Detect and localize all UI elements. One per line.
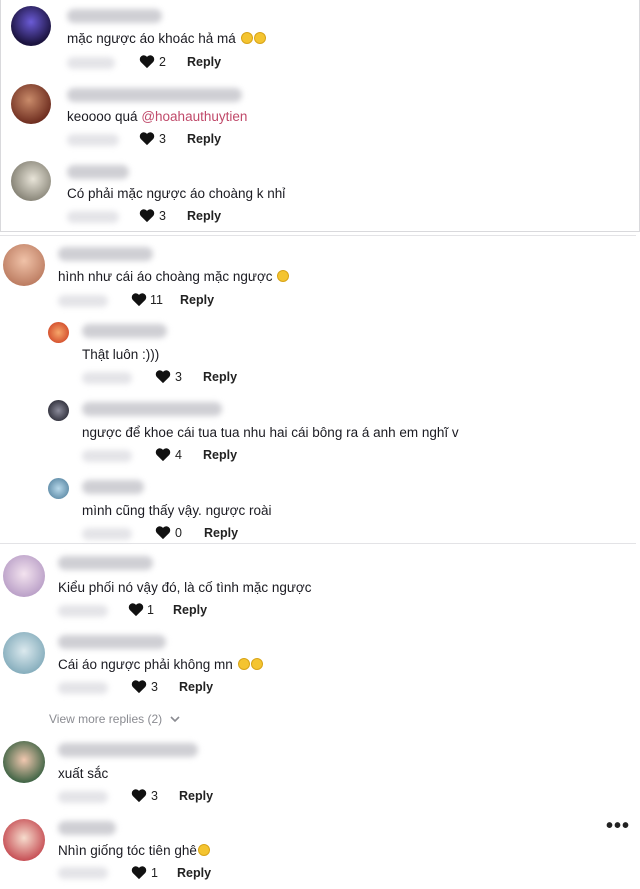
avatar[interactable] [11,6,51,46]
username[interactable] [82,402,222,416]
comment-text: Có phải mặc ngược áo choàng k nhỉ [67,186,286,201]
username[interactable] [58,556,153,570]
username[interactable] [82,480,144,494]
username[interactable] [58,635,166,649]
like-count: 3 [159,209,166,223]
reply-button[interactable]: Reply [187,55,221,69]
avatar[interactable] [3,741,45,783]
like-count: 3 [151,789,158,803]
like-count: 3 [159,132,166,146]
comment-date [82,450,132,462]
comment-date [58,295,108,307]
chevron-down-icon [169,716,180,723]
comment-date [82,528,132,540]
heart-icon[interactable] [155,447,171,462]
like-count: 11 [150,293,163,307]
thinking-emoji-icon [250,658,263,670]
comment-text: Thật luôn :))) [82,347,160,362]
username[interactable] [82,324,167,338]
reply-button[interactable]: Reply [204,526,238,540]
mention-link[interactable]: @hoahauthuytien [141,109,247,124]
username[interactable] [67,88,242,102]
avatar[interactable] [3,632,45,674]
view-more-replies-button[interactable]: View more replies (2) [49,712,180,726]
avatar[interactable] [48,400,69,421]
reply-button[interactable]: Reply [177,866,211,880]
avatar[interactable] [11,84,51,124]
like-count: 3 [175,370,182,384]
comment-date [58,867,108,879]
avatar[interactable] [3,819,45,861]
comment-thread-3: Kiểu phối nó vậy đó, là cố tình mặc ngượ… [0,545,640,889]
reply-button[interactable]: Reply [203,370,237,384]
avatar[interactable] [48,478,69,499]
flushed-emoji-icon [197,844,210,856]
comment-date [58,682,108,694]
heart-icon[interactable] [131,865,147,880]
username[interactable] [58,821,116,835]
avatar[interactable] [3,555,45,597]
reply-button[interactable]: Reply [180,293,214,307]
reply-button[interactable]: Reply [179,789,213,803]
laugh-emoji-icon [253,32,266,44]
comment-text: mặc ngược áo khoác hả má [67,31,266,46]
reply-button[interactable]: Reply [187,209,221,223]
heart-icon[interactable] [131,292,147,307]
comment-text: Nhìn giống tóc tiên ghê [58,843,210,858]
grin-emoji-icon [277,270,290,282]
comment-date [58,605,108,617]
comment-text: Cái áo ngược phải không mn [58,657,263,672]
username[interactable] [67,165,129,179]
comment-date [67,57,115,69]
heart-icon[interactable] [155,525,171,540]
username[interactable] [58,743,198,757]
like-count: 1 [151,866,158,880]
avatar[interactable] [3,244,45,286]
reply-button[interactable]: Reply [173,603,207,617]
thinking-emoji-icon [237,658,250,670]
avatar[interactable] [11,161,51,201]
laugh-emoji-icon [240,32,253,44]
comment-text: mình cũng thấy vậy. ngược roài [82,503,272,518]
view-more-label: View more replies (2) [49,712,163,726]
like-count: 2 [159,55,166,69]
username[interactable] [67,9,162,23]
like-count: 3 [151,680,158,694]
heart-icon[interactable] [131,679,147,694]
username[interactable] [58,247,153,261]
heart-icon[interactable] [139,208,155,223]
reply-button[interactable]: Reply [187,132,221,146]
heart-icon[interactable] [128,602,144,617]
heart-icon[interactable] [139,54,155,69]
like-count: 4 [175,448,182,462]
comment-text: Kiểu phối nó vậy đó, là cố tình mặc ngượ… [58,580,312,595]
comment-text: ngược để khoe cái tua tua nhu hai cái bô… [82,425,459,440]
comment-date [67,211,119,223]
comment-text: hình như cái áo choàng mặc ngược [58,269,290,284]
more-options-icon[interactable]: ••• [606,815,630,838]
reply-button[interactable]: Reply [179,680,213,694]
heart-icon[interactable] [155,369,171,384]
comment-date [67,134,119,146]
comment-thread-2: hình như cái áo choàng mặc ngược 11 Repl… [0,235,636,544]
like-count: 0 [175,526,182,540]
comment-text: keoooo quá @hoahauthuytien [67,109,248,124]
heart-icon[interactable] [139,131,155,146]
avatar[interactable] [48,322,69,343]
comment-text: xuất sắc [58,766,109,781]
reply-button[interactable]: Reply [203,448,237,462]
heart-icon[interactable] [131,788,147,803]
like-count: 1 [147,603,154,617]
comment-date [58,791,108,803]
comment-thread-1: mặc ngược áo khoác hả má 2 Reply keoooo … [0,0,640,232]
comment-date [82,372,132,384]
